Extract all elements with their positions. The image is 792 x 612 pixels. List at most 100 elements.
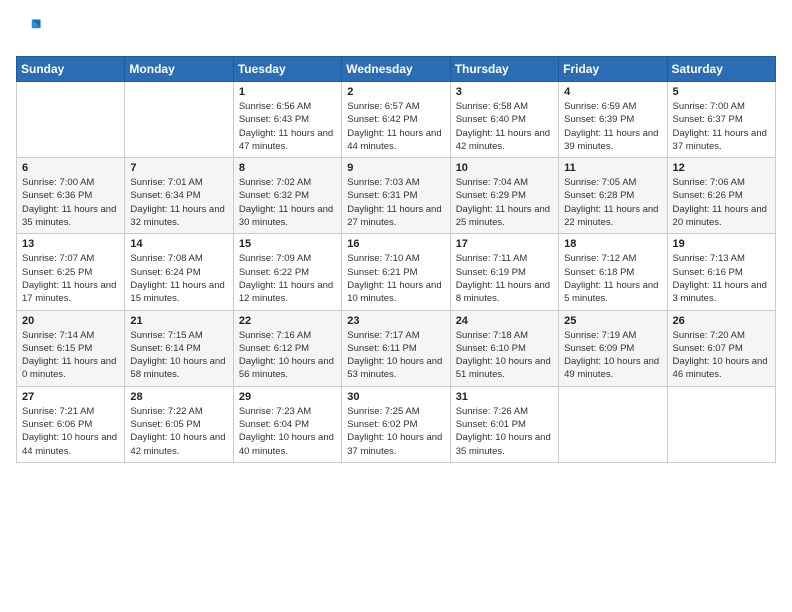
day-number: 25 (564, 315, 661, 327)
day-number: 23 (347, 315, 444, 327)
day-number: 27 (22, 391, 119, 403)
weekday-header-sunday: Sunday (17, 57, 125, 82)
day-info: Sunrise: 7:22 AM Sunset: 6:05 PM Dayligh… (130, 405, 227, 458)
day-info: Sunrise: 7:18 AM Sunset: 6:10 PM Dayligh… (456, 329, 553, 382)
calendar-cell (17, 82, 125, 158)
calendar-cell: 29 Sunrise: 7:23 AM Sunset: 6:04 PM Dayli… (233, 386, 341, 462)
calendar-cell: 13 Sunrise: 7:07 AM Sunset: 6:25 PM Dayli… (17, 234, 125, 310)
day-number: 9 (347, 162, 444, 174)
day-number: 28 (130, 391, 227, 403)
day-number: 5 (673, 86, 770, 98)
day-info: Sunrise: 7:09 AM Sunset: 6:22 PM Dayligh… (239, 252, 336, 305)
calendar-cell: 12Sunrise: 7:06 AM Sunset: 6:26 PM Dayli… (667, 158, 775, 234)
week-row-3: 13 Sunrise: 7:07 AM Sunset: 6:25 PM Dayli… (17, 234, 776, 310)
day-info: Sunrise: 7:03 AM Sunset: 6:31 PM Dayligh… (347, 176, 444, 229)
weekday-header-friday: Friday (559, 57, 667, 82)
day-info: Sunrise: 7:07 AM Sunset: 6:25 PM Dayligh… (22, 252, 119, 305)
calendar-cell: 19 Sunrise: 7:13 AM Sunset: 6:16 PM Dayli… (667, 234, 775, 310)
calendar-cell: 1Sunrise: 6:56 AM Sunset: 6:43 PM Daylig… (233, 82, 341, 158)
day-info: Sunrise: 7:16 AM Sunset: 6:12 PM Dayligh… (239, 329, 336, 382)
day-number: 30 (347, 391, 444, 403)
calendar-cell (667, 386, 775, 462)
day-number: 18 (564, 238, 661, 250)
calendar-table: SundayMondayTuesdayWednesdayThursdayFrid… (16, 56, 776, 463)
week-row-4: 20 Sunrise: 7:14 AM Sunset: 6:15 PM Dayli… (17, 310, 776, 386)
day-info: Sunrise: 7:02 AM Sunset: 6:32 PM Dayligh… (239, 176, 336, 229)
weekday-header-wednesday: Wednesday (342, 57, 450, 82)
day-number: 10 (456, 162, 553, 174)
day-number: 17 (456, 238, 553, 250)
calendar-cell: 21Sunrise: 7:15 AM Sunset: 6:14 PM Dayli… (125, 310, 233, 386)
calendar-cell: 18 Sunrise: 7:12 AM Sunset: 6:18 PM Dayli… (559, 234, 667, 310)
calendar-cell: 24 Sunrise: 7:18 AM Sunset: 6:10 PM Dayli… (450, 310, 558, 386)
calendar-cell: 30 Sunrise: 7:25 AM Sunset: 6:02 PM Dayli… (342, 386, 450, 462)
calendar-cell: 20 Sunrise: 7:14 AM Sunset: 6:15 PM Dayli… (17, 310, 125, 386)
calendar-cell: 5 Sunrise: 7:00 AM Sunset: 6:37 PM Daylig… (667, 82, 775, 158)
day-info: Sunrise: 7:04 AM Sunset: 6:29 PM Dayligh… (456, 176, 553, 229)
day-number: 24 (456, 315, 553, 327)
day-number: 19 (673, 238, 770, 250)
calendar-cell (559, 386, 667, 462)
logo (16, 16, 48, 44)
calendar-cell (125, 82, 233, 158)
day-number: 13 (22, 238, 119, 250)
day-number: 8 (239, 162, 336, 174)
calendar-cell: 3Sunrise: 6:58 AM Sunset: 6:40 PM Daylig… (450, 82, 558, 158)
day-number: 3 (456, 86, 553, 98)
calendar-cell: 22 Sunrise: 7:16 AM Sunset: 6:12 PM Dayli… (233, 310, 341, 386)
day-info: Sunrise: 7:14 AM Sunset: 6:15 PM Dayligh… (22, 329, 119, 382)
calendar-cell: 11Sunrise: 7:05 AM Sunset: 6:28 PM Dayli… (559, 158, 667, 234)
day-info: Sunrise: 7:17 AM Sunset: 6:11 PM Dayligh… (347, 329, 444, 382)
calendar-cell: 17 Sunrise: 7:11 AM Sunset: 6:19 PM Dayli… (450, 234, 558, 310)
weekday-header-monday: Monday (125, 57, 233, 82)
day-info: Sunrise: 7:20 AM Sunset: 6:07 PM Dayligh… (673, 329, 770, 382)
logo-icon (16, 16, 44, 44)
day-info: Sunrise: 7:19 AM Sunset: 6:09 PM Dayligh… (564, 329, 661, 382)
day-info: Sunrise: 7:05 AM Sunset: 6:28 PM Dayligh… (564, 176, 661, 229)
day-number: 14 (130, 238, 227, 250)
weekday-header-tuesday: Tuesday (233, 57, 341, 82)
day-info: Sunrise: 6:59 AM Sunset: 6:39 PM Dayligh… (564, 100, 661, 153)
calendar-cell: 10 Sunrise: 7:04 AM Sunset: 6:29 PM Dayli… (450, 158, 558, 234)
calendar-cell: 28 Sunrise: 7:22 AM Sunset: 6:05 PM Dayli… (125, 386, 233, 462)
day-number: 2 (347, 86, 444, 98)
weekday-header-saturday: Saturday (667, 57, 775, 82)
day-number: 6 (22, 162, 119, 174)
weekday-header-row: SundayMondayTuesdayWednesdayThursdayFrid… (17, 57, 776, 82)
calendar-cell: 8 Sunrise: 7:02 AM Sunset: 6:32 PM Daylig… (233, 158, 341, 234)
day-number: 16 (347, 238, 444, 250)
week-row-5: 27Sunrise: 7:21 AM Sunset: 6:06 PM Dayli… (17, 386, 776, 462)
day-number: 7 (130, 162, 227, 174)
day-number: 20 (22, 315, 119, 327)
calendar-cell: 14Sunrise: 7:08 AM Sunset: 6:24 PM Dayli… (125, 234, 233, 310)
calendar-cell: 7Sunrise: 7:01 AM Sunset: 6:34 PM Daylig… (125, 158, 233, 234)
day-info: Sunrise: 7:00 AM Sunset: 6:37 PM Dayligh… (673, 100, 770, 153)
day-info: Sunrise: 7:26 AM Sunset: 6:01 PM Dayligh… (456, 405, 553, 458)
day-number: 26 (673, 315, 770, 327)
day-number: 15 (239, 238, 336, 250)
day-info: Sunrise: 6:57 AM Sunset: 6:42 PM Dayligh… (347, 100, 444, 153)
day-number: 22 (239, 315, 336, 327)
day-info: Sunrise: 7:10 AM Sunset: 6:21 PM Dayligh… (347, 252, 444, 305)
calendar-cell: 16 Sunrise: 7:10 AM Sunset: 6:21 PM Dayli… (342, 234, 450, 310)
day-info: Sunrise: 6:56 AM Sunset: 6:43 PM Dayligh… (239, 100, 336, 153)
calendar-cell: 27Sunrise: 7:21 AM Sunset: 6:06 PM Dayli… (17, 386, 125, 462)
week-row-1: 1Sunrise: 6:56 AM Sunset: 6:43 PM Daylig… (17, 82, 776, 158)
calendar-cell: 31Sunrise: 7:26 AM Sunset: 6:01 PM Dayli… (450, 386, 558, 462)
calendar-cell: 4Sunrise: 6:59 AM Sunset: 6:39 PM Daylig… (559, 82, 667, 158)
day-number: 29 (239, 391, 336, 403)
calendar-cell: 25 Sunrise: 7:19 AM Sunset: 6:09 PM Dayli… (559, 310, 667, 386)
day-info: Sunrise: 7:12 AM Sunset: 6:18 PM Dayligh… (564, 252, 661, 305)
day-number: 21 (130, 315, 227, 327)
day-info: Sunrise: 7:13 AM Sunset: 6:16 PM Dayligh… (673, 252, 770, 305)
calendar-cell: 15 Sunrise: 7:09 AM Sunset: 6:22 PM Dayli… (233, 234, 341, 310)
day-info: Sunrise: 7:23 AM Sunset: 6:04 PM Dayligh… (239, 405, 336, 458)
day-number: 12 (673, 162, 770, 174)
calendar-cell: 2 Sunrise: 6:57 AM Sunset: 6:42 PM Daylig… (342, 82, 450, 158)
calendar-cell: 26 Sunrise: 7:20 AM Sunset: 6:07 PM Dayli… (667, 310, 775, 386)
day-info: Sunrise: 7:11 AM Sunset: 6:19 PM Dayligh… (456, 252, 553, 305)
day-info: Sunrise: 7:25 AM Sunset: 6:02 PM Dayligh… (347, 405, 444, 458)
calendar-cell: 23 Sunrise: 7:17 AM Sunset: 6:11 PM Dayli… (342, 310, 450, 386)
page-header (16, 16, 776, 44)
calendar-cell: 6Sunrise: 7:00 AM Sunset: 6:36 PM Daylig… (17, 158, 125, 234)
